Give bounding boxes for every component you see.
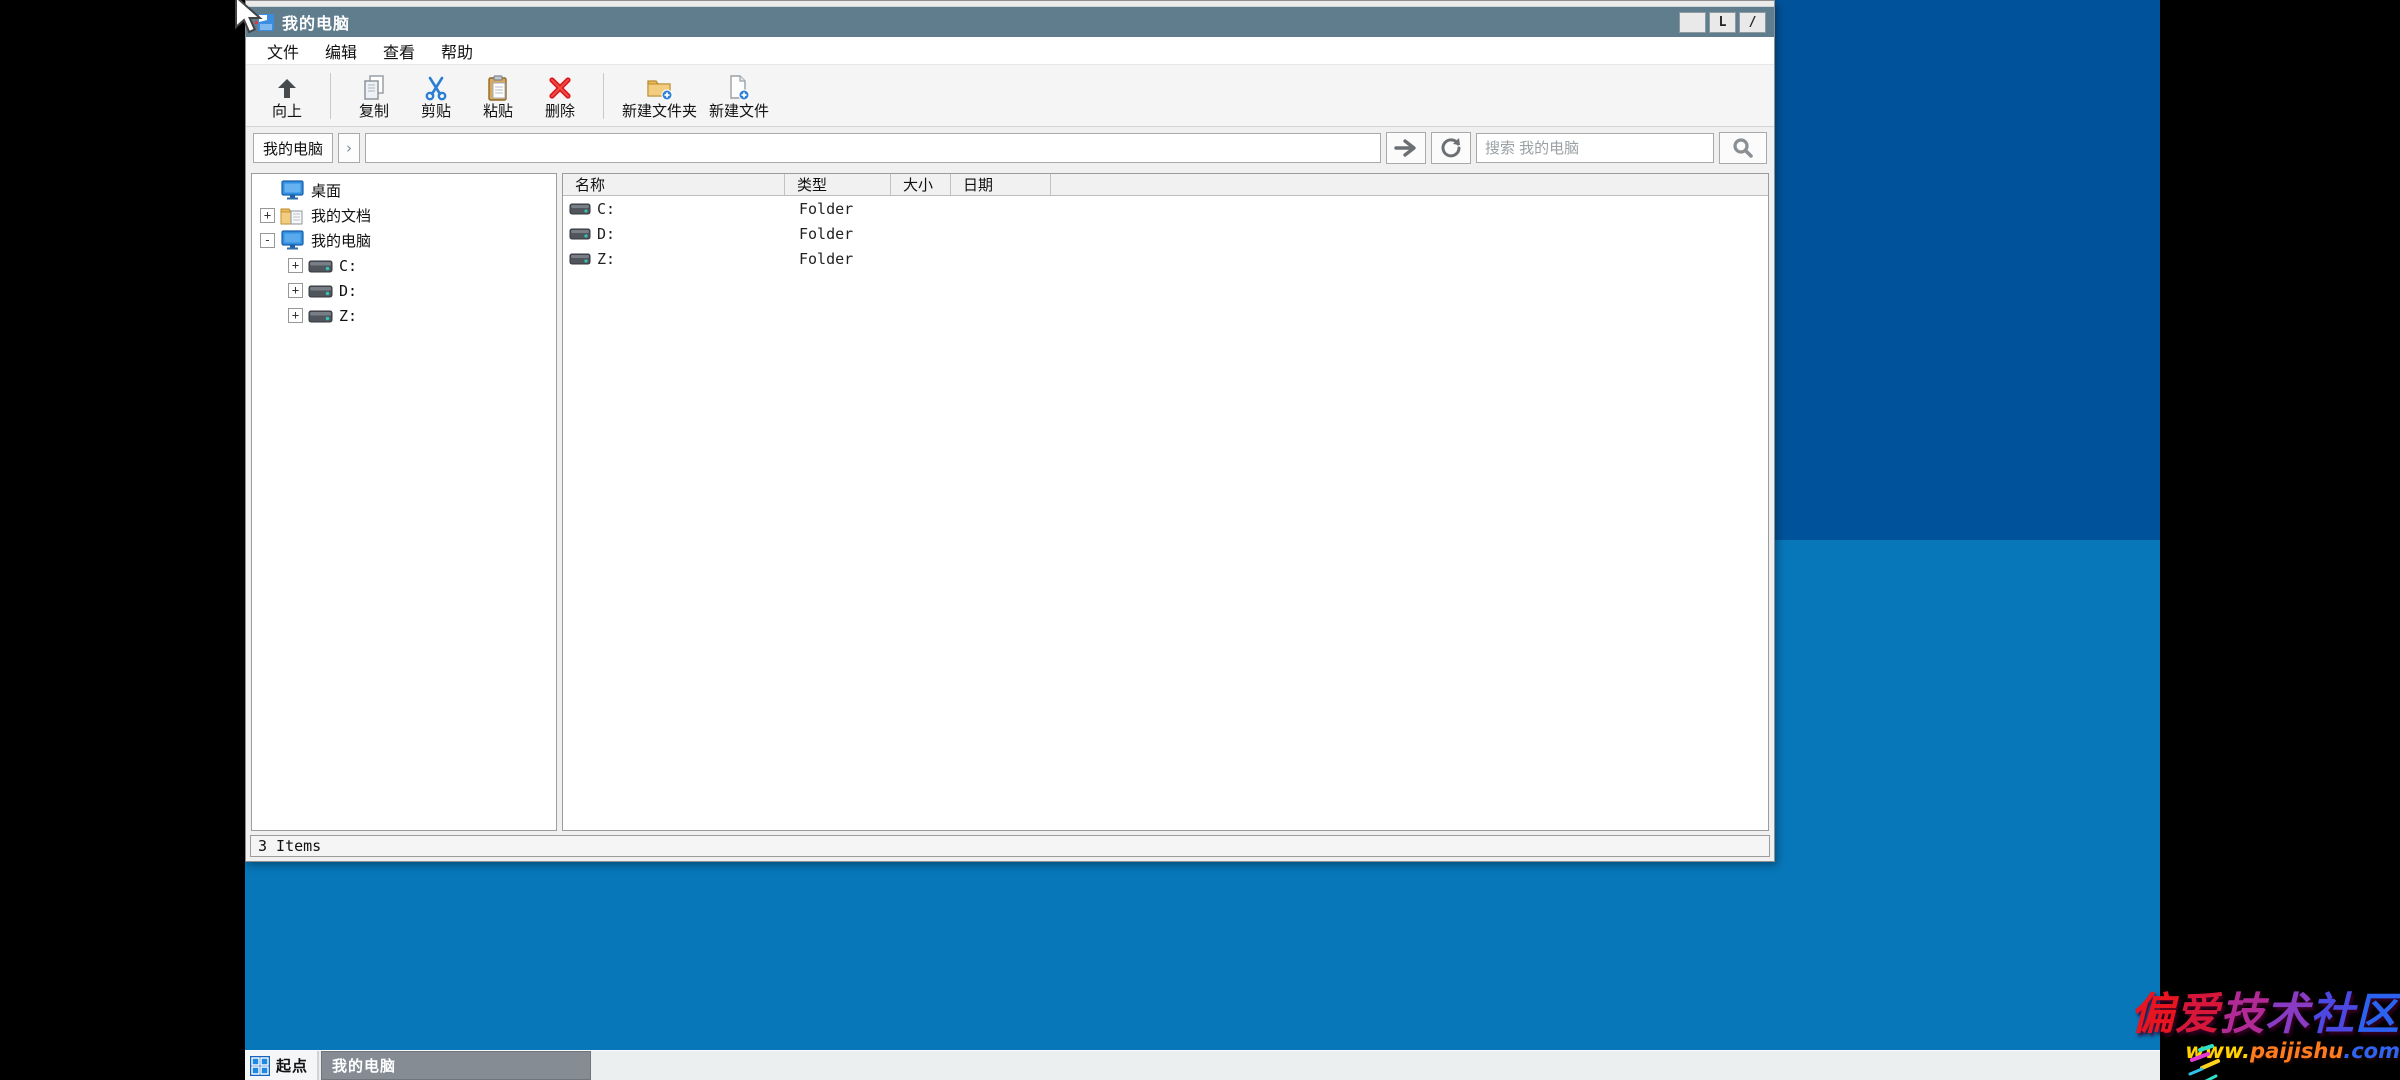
window-content: 桌面 + 我的文档 -	[246, 169, 1774, 831]
file-row-drive-c[interactable]: C: Folder	[563, 196, 1768, 221]
toolbar-separator	[603, 73, 604, 119]
delete-x-icon	[547, 73, 573, 101]
tree-item-label: C:	[339, 257, 357, 275]
window-title: 我的电脑	[282, 10, 350, 34]
column-header-filler	[1051, 174, 1768, 195]
maximize-button[interactable]: L	[1709, 12, 1736, 33]
new-folder-icon	[646, 73, 674, 101]
up-button[interactable]: 向上	[256, 68, 318, 124]
drive-icon	[569, 250, 591, 267]
file-type: Folder	[785, 200, 891, 218]
menu-help[interactable]: 帮助	[428, 37, 486, 64]
tree-indent	[260, 183, 275, 198]
tree-item-label: D:	[339, 282, 357, 300]
location-button[interactable]: 我的电脑	[253, 133, 333, 163]
new-folder-button[interactable]: 新建文件夹	[616, 68, 703, 124]
address-bar: 我的电脑 ›	[246, 127, 1774, 169]
drive-icon	[569, 200, 591, 217]
file-row-drive-z[interactable]: Z: Folder	[563, 246, 1768, 271]
tree-item-drive-c[interactable]: + C:	[252, 253, 556, 278]
file-name: D:	[597, 225, 615, 243]
tree-item-label: 我的电脑	[311, 230, 371, 251]
documents-folder-icon	[280, 205, 305, 226]
delete-button[interactable]: 删除	[529, 68, 591, 124]
tree-item-label: Z:	[339, 307, 357, 325]
tree-item-my-documents[interactable]: + 我的文档	[252, 203, 556, 228]
expand-plus-icon[interactable]: +	[288, 283, 303, 298]
file-type: Folder	[785, 225, 891, 243]
search-input[interactable]	[1476, 133, 1714, 163]
go-button[interactable]	[1386, 132, 1426, 164]
computer-icon	[280, 230, 305, 251]
clipboard-icon	[486, 73, 510, 101]
chevron-right-icon[interactable]: ›	[338, 133, 360, 163]
expand-plus-icon[interactable]: +	[288, 258, 303, 273]
window-titlebar[interactable]: 我的电脑 L /	[246, 7, 1774, 37]
start-button[interactable]: 起点	[245, 1051, 319, 1080]
column-header-size[interactable]: 大小	[891, 174, 951, 195]
tree-item-desktop[interactable]: 桌面	[252, 178, 556, 203]
file-name: Z:	[597, 250, 615, 268]
expand-plus-icon[interactable]: +	[288, 308, 303, 323]
scissors-icon	[423, 73, 449, 101]
drive-icon	[308, 305, 333, 326]
copy-button[interactable]: 复制	[343, 68, 405, 124]
drive-icon	[569, 225, 591, 242]
start-label: 起点	[276, 1055, 308, 1076]
new-file-icon	[726, 73, 752, 101]
menu-file[interactable]: 文件	[254, 37, 312, 64]
taskbar-task-my-computer[interactable]: 我的电脑	[321, 1051, 591, 1080]
tree-item-label: 桌面	[311, 180, 341, 201]
minimize-button[interactable]	[1679, 12, 1706, 33]
menu-edit[interactable]: 编辑	[312, 37, 370, 64]
refresh-icon	[1440, 137, 1462, 159]
address-input[interactable]	[365, 133, 1381, 163]
mouse-cursor	[232, 0, 268, 37]
start-grid-icon	[250, 1056, 270, 1076]
close-button[interactable]: /	[1739, 12, 1766, 33]
tree-item-label: 我的文档	[311, 205, 371, 226]
new-file-button[interactable]: 新建文件	[703, 68, 775, 124]
expand-plus-icon[interactable]: +	[260, 208, 275, 223]
collapse-minus-icon[interactable]: -	[260, 233, 275, 248]
taskbar: 起点 我的电脑	[245, 1050, 2160, 1080]
paste-button[interactable]: 粘贴	[467, 68, 529, 124]
tree-item-my-computer[interactable]: - 我的电脑	[252, 228, 556, 253]
menu-bar: 文件 编辑 查看 帮助	[246, 37, 1774, 65]
status-bar: 3 Items	[250, 835, 1770, 857]
menu-view[interactable]: 查看	[370, 37, 428, 64]
go-arrow-icon	[1394, 139, 1418, 157]
tree-item-drive-d[interactable]: + D:	[252, 278, 556, 303]
screen: 我的电脑 L / 文件 编辑 查看 帮助 向上	[0, 0, 2400, 1080]
status-text: 3 Items	[258, 837, 321, 855]
toolbar: 向上 复制	[246, 65, 1774, 127]
search-button[interactable]	[1719, 132, 1767, 164]
up-arrow-icon	[275, 73, 299, 101]
file-type: Folder	[785, 250, 891, 268]
file-row-drive-d[interactable]: D: Folder	[563, 221, 1768, 246]
tree-item-drive-z[interactable]: + Z:	[252, 303, 556, 328]
column-header-type[interactable]: 类型	[785, 174, 891, 195]
column-header-date[interactable]: 日期	[951, 174, 1051, 195]
copy-icon	[362, 73, 386, 101]
window-controls: L /	[1679, 12, 1768, 33]
drive-icon	[308, 280, 333, 301]
desktop-dark-region	[1775, 0, 2160, 540]
refresh-button[interactable]	[1431, 132, 1471, 164]
toolbar-separator	[330, 73, 331, 119]
file-name: C:	[597, 200, 615, 218]
column-header-name[interactable]: 名称	[563, 174, 785, 195]
list-header: 名称 类型 大小 日期	[563, 174, 1768, 196]
desktop-icon	[280, 180, 305, 201]
file-list-panel: 名称 类型 大小 日期 C: Folder	[562, 173, 1769, 831]
cut-button[interactable]: 剪贴	[405, 68, 467, 124]
file-manager-window: 我的电脑 L / 文件 编辑 查看 帮助 向上	[245, 0, 1775, 862]
magnifier-icon	[1731, 136, 1755, 160]
drive-icon	[308, 255, 333, 276]
watermark-streak-icon	[2182, 1044, 2242, 1080]
folder-tree-panel: 桌面 + 我的文档 -	[251, 173, 557, 831]
